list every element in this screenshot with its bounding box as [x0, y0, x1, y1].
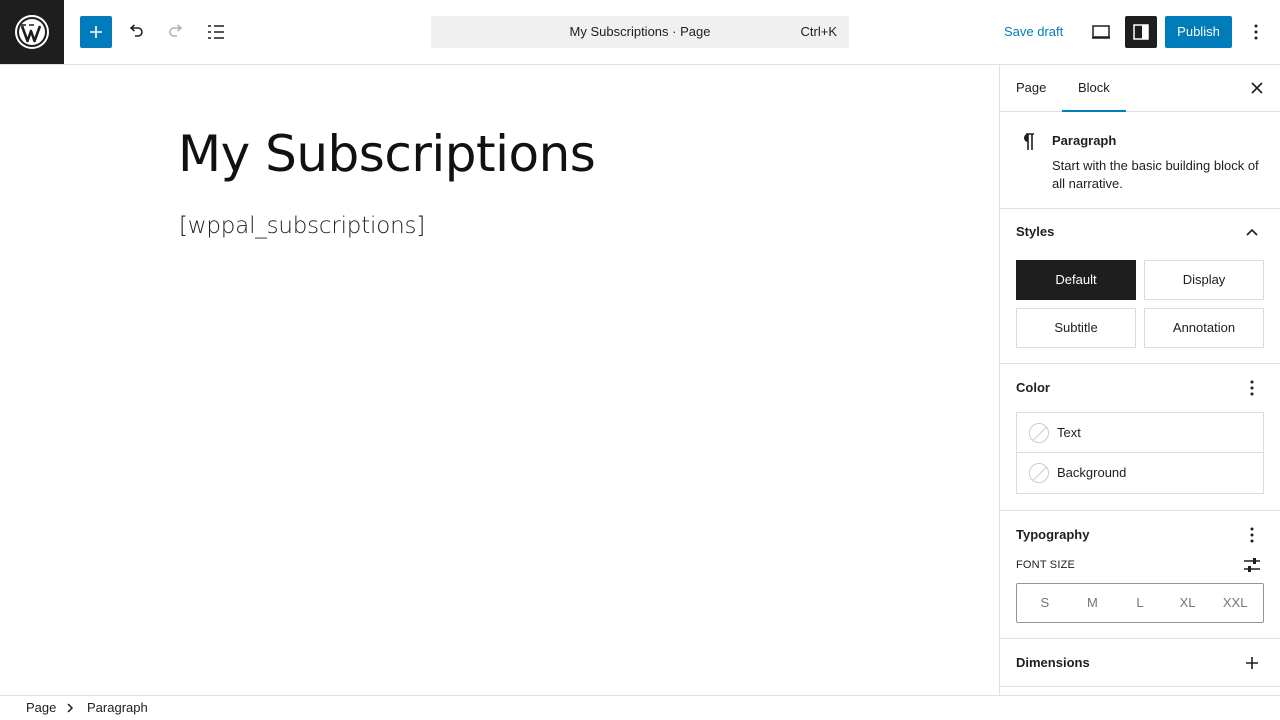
settings-toggle-button[interactable]: [1125, 16, 1157, 48]
font-size-xxl[interactable]: XXL: [1211, 584, 1259, 622]
style-display-button[interactable]: Display: [1144, 260, 1264, 300]
styles-panel-header[interactable]: Styles: [1000, 208, 1280, 256]
color-settings: Text Background: [1016, 412, 1264, 494]
typography-panel-header: Typography: [1000, 511, 1280, 559]
preview-button[interactable]: [1085, 16, 1117, 48]
dimensions-panel-title: Dimensions: [1016, 655, 1090, 670]
text-color-button[interactable]: Text: [1017, 413, 1263, 453]
custom-font-size-button[interactable]: [1240, 553, 1264, 577]
editor-canvas: My Subscriptions [wppal_subscriptions]: [0, 65, 999, 695]
font-size-label: FONT SIZE: [1016, 559, 1076, 571]
background-color-label: Background: [1057, 465, 1127, 480]
document-title: My Subscriptions · Page: [569, 24, 711, 39]
paragraph-block[interactable]: [wppal_subscriptions]: [179, 213, 425, 239]
style-default-button[interactable]: Default: [1016, 260, 1136, 300]
style-annotation-button[interactable]: Annotation: [1144, 308, 1264, 348]
tab-page[interactable]: Page: [1000, 65, 1062, 112]
color-panel-header: Color: [1000, 364, 1280, 412]
add-block-button[interactable]: [80, 16, 112, 48]
sidebar-tabs: Page Block: [1000, 65, 1280, 112]
vertical-ellipsis-icon: [1250, 380, 1254, 396]
sidebar-icon: [1133, 24, 1149, 40]
block-card: Paragraph Start with the basic building …: [1000, 112, 1280, 209]
breadcrumb-page[interactable]: Page: [26, 696, 56, 720]
dimensions-panel-header: Dimensions: [1000, 639, 1280, 687]
paragraph-icon: [1024, 133, 1034, 150]
styles-panel-title: Styles: [1016, 224, 1055, 239]
redo-button[interactable]: [160, 16, 192, 48]
breadcrumb-paragraph[interactable]: Paragraph: [87, 696, 148, 720]
vertical-ellipsis-icon: [1254, 24, 1258, 40]
list-view-icon: [208, 25, 224, 39]
block-description: Start with the basic building block of a…: [1052, 158, 1259, 191]
font-size-xl[interactable]: XL: [1164, 584, 1212, 622]
tab-block[interactable]: Block: [1062, 65, 1126, 112]
block-name: Paragraph: [1052, 133, 1117, 148]
close-icon: [1251, 82, 1263, 94]
text-color-label: Text: [1057, 425, 1081, 440]
undo-button[interactable]: [120, 16, 152, 48]
settings-sidebar: Page Block Paragraph Start with the basi…: [999, 65, 1280, 695]
chevron-right-icon: [67, 703, 74, 713]
typography-panel-title: Typography: [1016, 527, 1090, 542]
style-subtitle-button[interactable]: Subtitle: [1016, 308, 1136, 348]
panel-divider: [1000, 686, 1280, 687]
dimensions-add-button[interactable]: [1240, 651, 1264, 675]
desktop-icon: [1092, 25, 1110, 39]
font-size-l[interactable]: L: [1116, 584, 1164, 622]
empty-swatch-icon: [1029, 463, 1049, 483]
color-options-button[interactable]: [1240, 376, 1264, 400]
options-button[interactable]: [1240, 16, 1272, 48]
vertical-ellipsis-icon: [1250, 527, 1254, 543]
publish-button[interactable]: Publish: [1165, 16, 1232, 48]
close-sidebar-button[interactable]: [1244, 75, 1270, 101]
command-palette-button[interactable]: My Subscriptions · Page Ctrl+K: [431, 16, 849, 48]
block-breadcrumb: Page Paragraph: [0, 695, 1280, 720]
undo-icon: [129, 24, 143, 37]
editor-toolbar: My Subscriptions · Page Ctrl+K Save draf…: [0, 0, 1280, 65]
background-color-button[interactable]: Background: [1017, 453, 1263, 493]
redo-icon: [169, 24, 183, 37]
plus-icon: [90, 26, 102, 38]
empty-swatch-icon: [1029, 423, 1049, 443]
wordpress-logo-button[interactable]: [0, 0, 64, 64]
typography-options-button[interactable]: [1240, 523, 1264, 547]
settings-sliders-icon: [1244, 558, 1260, 572]
chevron-up-icon: [1240, 220, 1264, 244]
keyboard-shortcut: Ctrl+K: [800, 24, 837, 39]
post-title[interactable]: My Subscriptions: [178, 125, 596, 183]
font-size-picker: S M L XL XXL: [1016, 583, 1264, 623]
save-draft-button[interactable]: Save draft: [996, 16, 1071, 48]
color-panel-title: Color: [1016, 380, 1050, 395]
plus-icon: [1246, 657, 1258, 669]
wordpress-icon: [15, 15, 49, 49]
font-size-m[interactable]: M: [1069, 584, 1117, 622]
document-overview-button[interactable]: [200, 16, 232, 48]
font-size-s[interactable]: S: [1021, 584, 1069, 622]
